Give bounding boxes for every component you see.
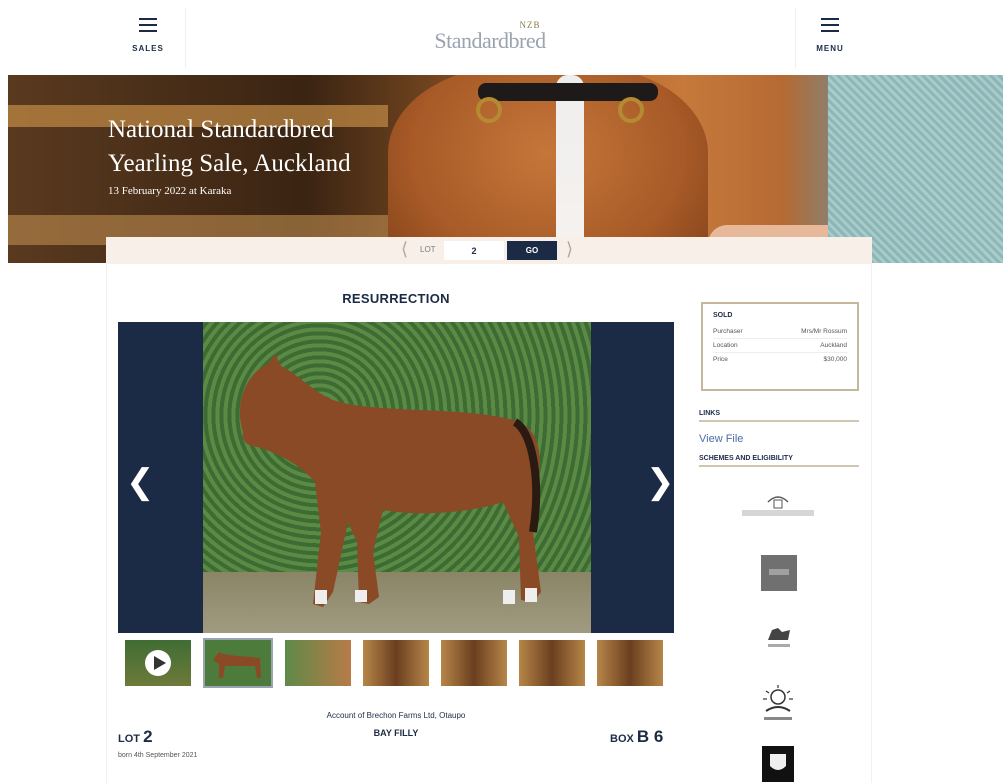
photo-gallery: ❮ ❯ <box>118 322 675 633</box>
horse-name: RESURRECTION <box>342 291 450 306</box>
horse-silhouette-icon <box>239 354 541 607</box>
thumbnail-legs-front[interactable] <box>361 638 431 688</box>
box-label: BOX <box>610 733 634 745</box>
halter-ring <box>476 97 502 123</box>
menu-label: MENU <box>816 44 844 53</box>
sold-status: SOLD <box>713 312 733 319</box>
go-button[interactable]: GO <box>507 241 557 260</box>
hamburger-icon <box>821 18 839 32</box>
hamburger-icon <box>139 18 157 32</box>
schemes-heading: SCHEMES AND ELIGIBILITY <box>699 455 859 467</box>
site-header: SALES NZB Standardbred MENU <box>0 0 1003 75</box>
main-menu-button[interactable]: MENU <box>800 18 860 56</box>
previous-lot-arrow-icon[interactable]: ⟨ <box>401 239 408 260</box>
foaling-date: born 4th September 2021 <box>118 752 198 759</box>
sales-menu-button[interactable]: SALES <box>118 18 178 56</box>
view-file-link[interactable]: View File <box>699 433 743 445</box>
gallery-next-chevron-icon[interactable]: ❯ <box>646 462 675 502</box>
horse-thumbnail-icon <box>213 652 261 678</box>
hero-banner: National Standardbred Yearling Sale, Auc… <box>8 75 1003 263</box>
sold-row-value: Mrs/Mr Rossum <box>801 328 847 335</box>
lot-navigation: ⟨ LOT GO ⟩ <box>106 237 872 264</box>
header-divider <box>185 8 186 68</box>
sale-title: National Standardbred Yearling Sale, Auc… <box>108 113 351 181</box>
sale-date: 13 February 2022 at Karaka <box>108 185 232 197</box>
thumbnail-side-view[interactable] <box>203 638 273 688</box>
box-number: B 6 <box>636 727 664 746</box>
sold-row-label: Location <box>713 342 738 349</box>
sold-details-box: SOLD Purchaser Mrs/Mr Rossum Location Au… <box>701 302 859 391</box>
header-divider <box>795 8 796 68</box>
thumbnail-legs-rear[interactable] <box>439 638 509 688</box>
halter-ring <box>618 97 644 123</box>
scheme-logo-sun[interactable] <box>760 683 796 728</box>
sale-title-line-2: Yearling Sale, Auckland <box>108 150 351 177</box>
gallery-thumbnails <box>118 638 674 688</box>
sold-row: Purchaser Mrs/Mr Rossum <box>713 325 847 339</box>
links-heading: LINKS <box>699 410 859 422</box>
scheme-logo-square[interactable] <box>761 555 797 596</box>
sold-row-value: Auckland <box>820 342 847 349</box>
hero-handler-shirt <box>828 75 1003 263</box>
scheme-logo-crest[interactable] <box>762 746 794 783</box>
scheme-logo-breeders[interactable] <box>738 492 818 525</box>
site-logo[interactable]: NZB Standardbred <box>400 20 580 54</box>
colour-and-sex: BAY FILLY <box>373 728 419 738</box>
logo-standardbred-text: Standardbred <box>434 28 546 53</box>
lot-number-input[interactable] <box>444 241 504 260</box>
sold-row-label: Price <box>713 356 728 363</box>
gallery-prev-chevron-icon[interactable]: ❮ <box>126 462 155 502</box>
horse-photo <box>203 322 591 633</box>
video-thumbnail[interactable] <box>123 638 193 688</box>
sold-row: Price $30,000 <box>713 353 847 366</box>
sold-row-label: Purchaser <box>713 328 743 335</box>
next-lot-arrow-icon[interactable]: ⟩ <box>566 239 573 260</box>
scheme-logo-horse[interactable] <box>764 620 794 655</box>
hero-horse-image <box>388 75 708 263</box>
thumbnail-legs-detail[interactable] <box>595 638 665 688</box>
thumbnail-head-view[interactable] <box>283 638 353 688</box>
sold-row: Location Auckland <box>713 339 847 353</box>
thumbnail-legs-side[interactable] <box>517 638 587 688</box>
sales-label: SALES <box>132 44 164 53</box>
box-number-heading: BOX B 6 <box>610 727 663 747</box>
sale-title-line-1: National Standardbred <box>108 116 334 143</box>
vendor-account: Account of Brechon Farms Ltd, Otaupo <box>326 711 466 720</box>
hero-horse-blaze <box>556 75 584 263</box>
lot-input-label: LOT <box>420 245 436 254</box>
play-icon <box>145 650 171 676</box>
sold-row-value: $30,000 <box>823 356 848 363</box>
